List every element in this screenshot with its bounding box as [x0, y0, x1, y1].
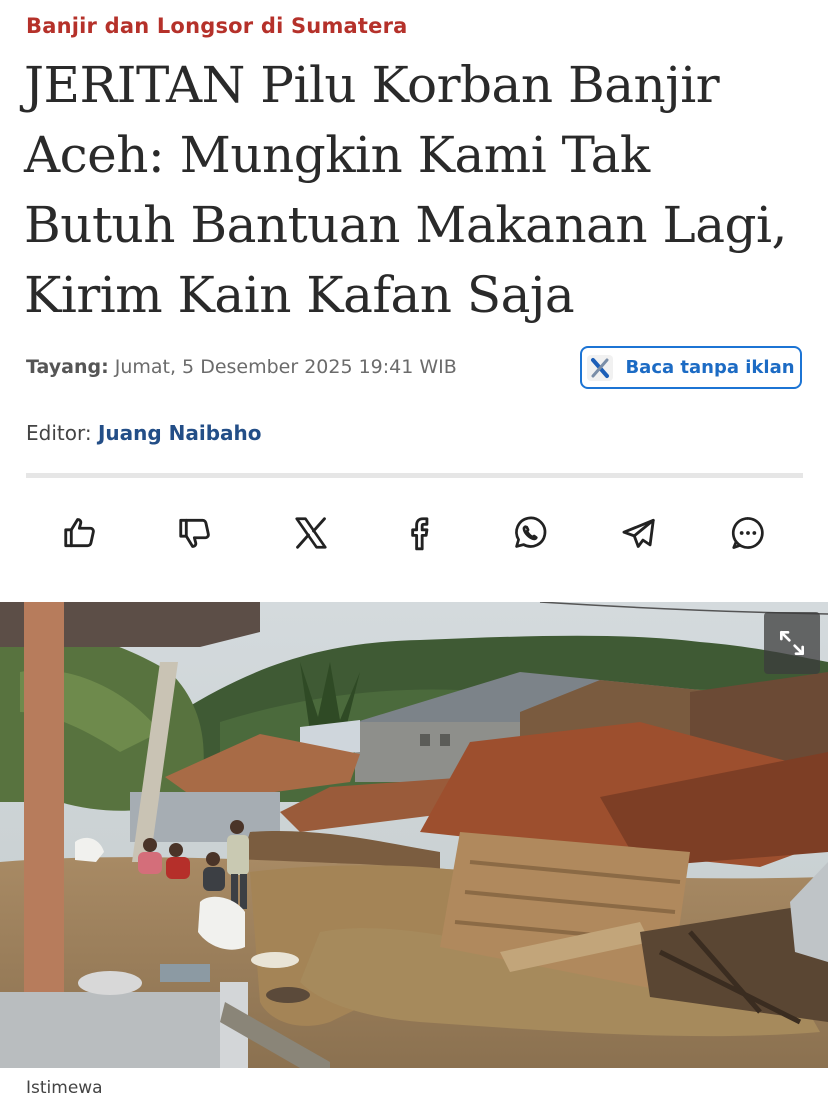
article-photo[interactable] [0, 602, 828, 1068]
like-button[interactable] [57, 510, 103, 556]
telegram-icon [622, 518, 655, 548]
share-whatsapp-button[interactable] [507, 510, 553, 556]
share-facebook-button[interactable] [396, 510, 442, 556]
x-icon [295, 517, 327, 549]
editor-name[interactable]: Juang Naibaho [98, 421, 262, 445]
share-bar [0, 510, 828, 556]
comment-button[interactable] [725, 510, 771, 556]
ad-free-button[interactable]: Baca tanpa iklan [580, 346, 802, 389]
whatsapp-icon [515, 516, 547, 548]
dislike-button[interactable] [172, 510, 218, 556]
facebook-icon [411, 517, 429, 551]
like-icon [64, 518, 95, 548]
publish-label: Tayang: [26, 356, 109, 378]
category-label[interactable]: Banjir dan Longsor di Sumatera [26, 14, 408, 38]
share-telegram-button[interactable] [616, 510, 662, 556]
ad-free-x-icon [587, 354, 614, 381]
editor-label: Editor: [26, 421, 92, 445]
publish-date: Jumat, 5 Desember 2025 19:41 WIB [114, 356, 457, 378]
divider [26, 473, 803, 478]
expand-button[interactable] [764, 612, 820, 674]
comment-icon [731, 517, 764, 549]
share-x-button[interactable] [288, 510, 334, 556]
ad-free-label: Baca tanpa iklan [625, 357, 795, 378]
editor-info: Editor: Juang Naibaho [26, 421, 262, 445]
publish-info: Tayang: Jumat, 5 Desember 2025 19:41 WIB [26, 356, 457, 378]
photo-caption: Istimewa [26, 1078, 103, 1098]
article-title: JERITAN Pilu Korban Banjir Aceh: Mungkin… [24, 56, 787, 324]
flood-scene-image [0, 602, 828, 1068]
expand-icon [780, 631, 804, 655]
dislike-icon [179, 518, 210, 548]
